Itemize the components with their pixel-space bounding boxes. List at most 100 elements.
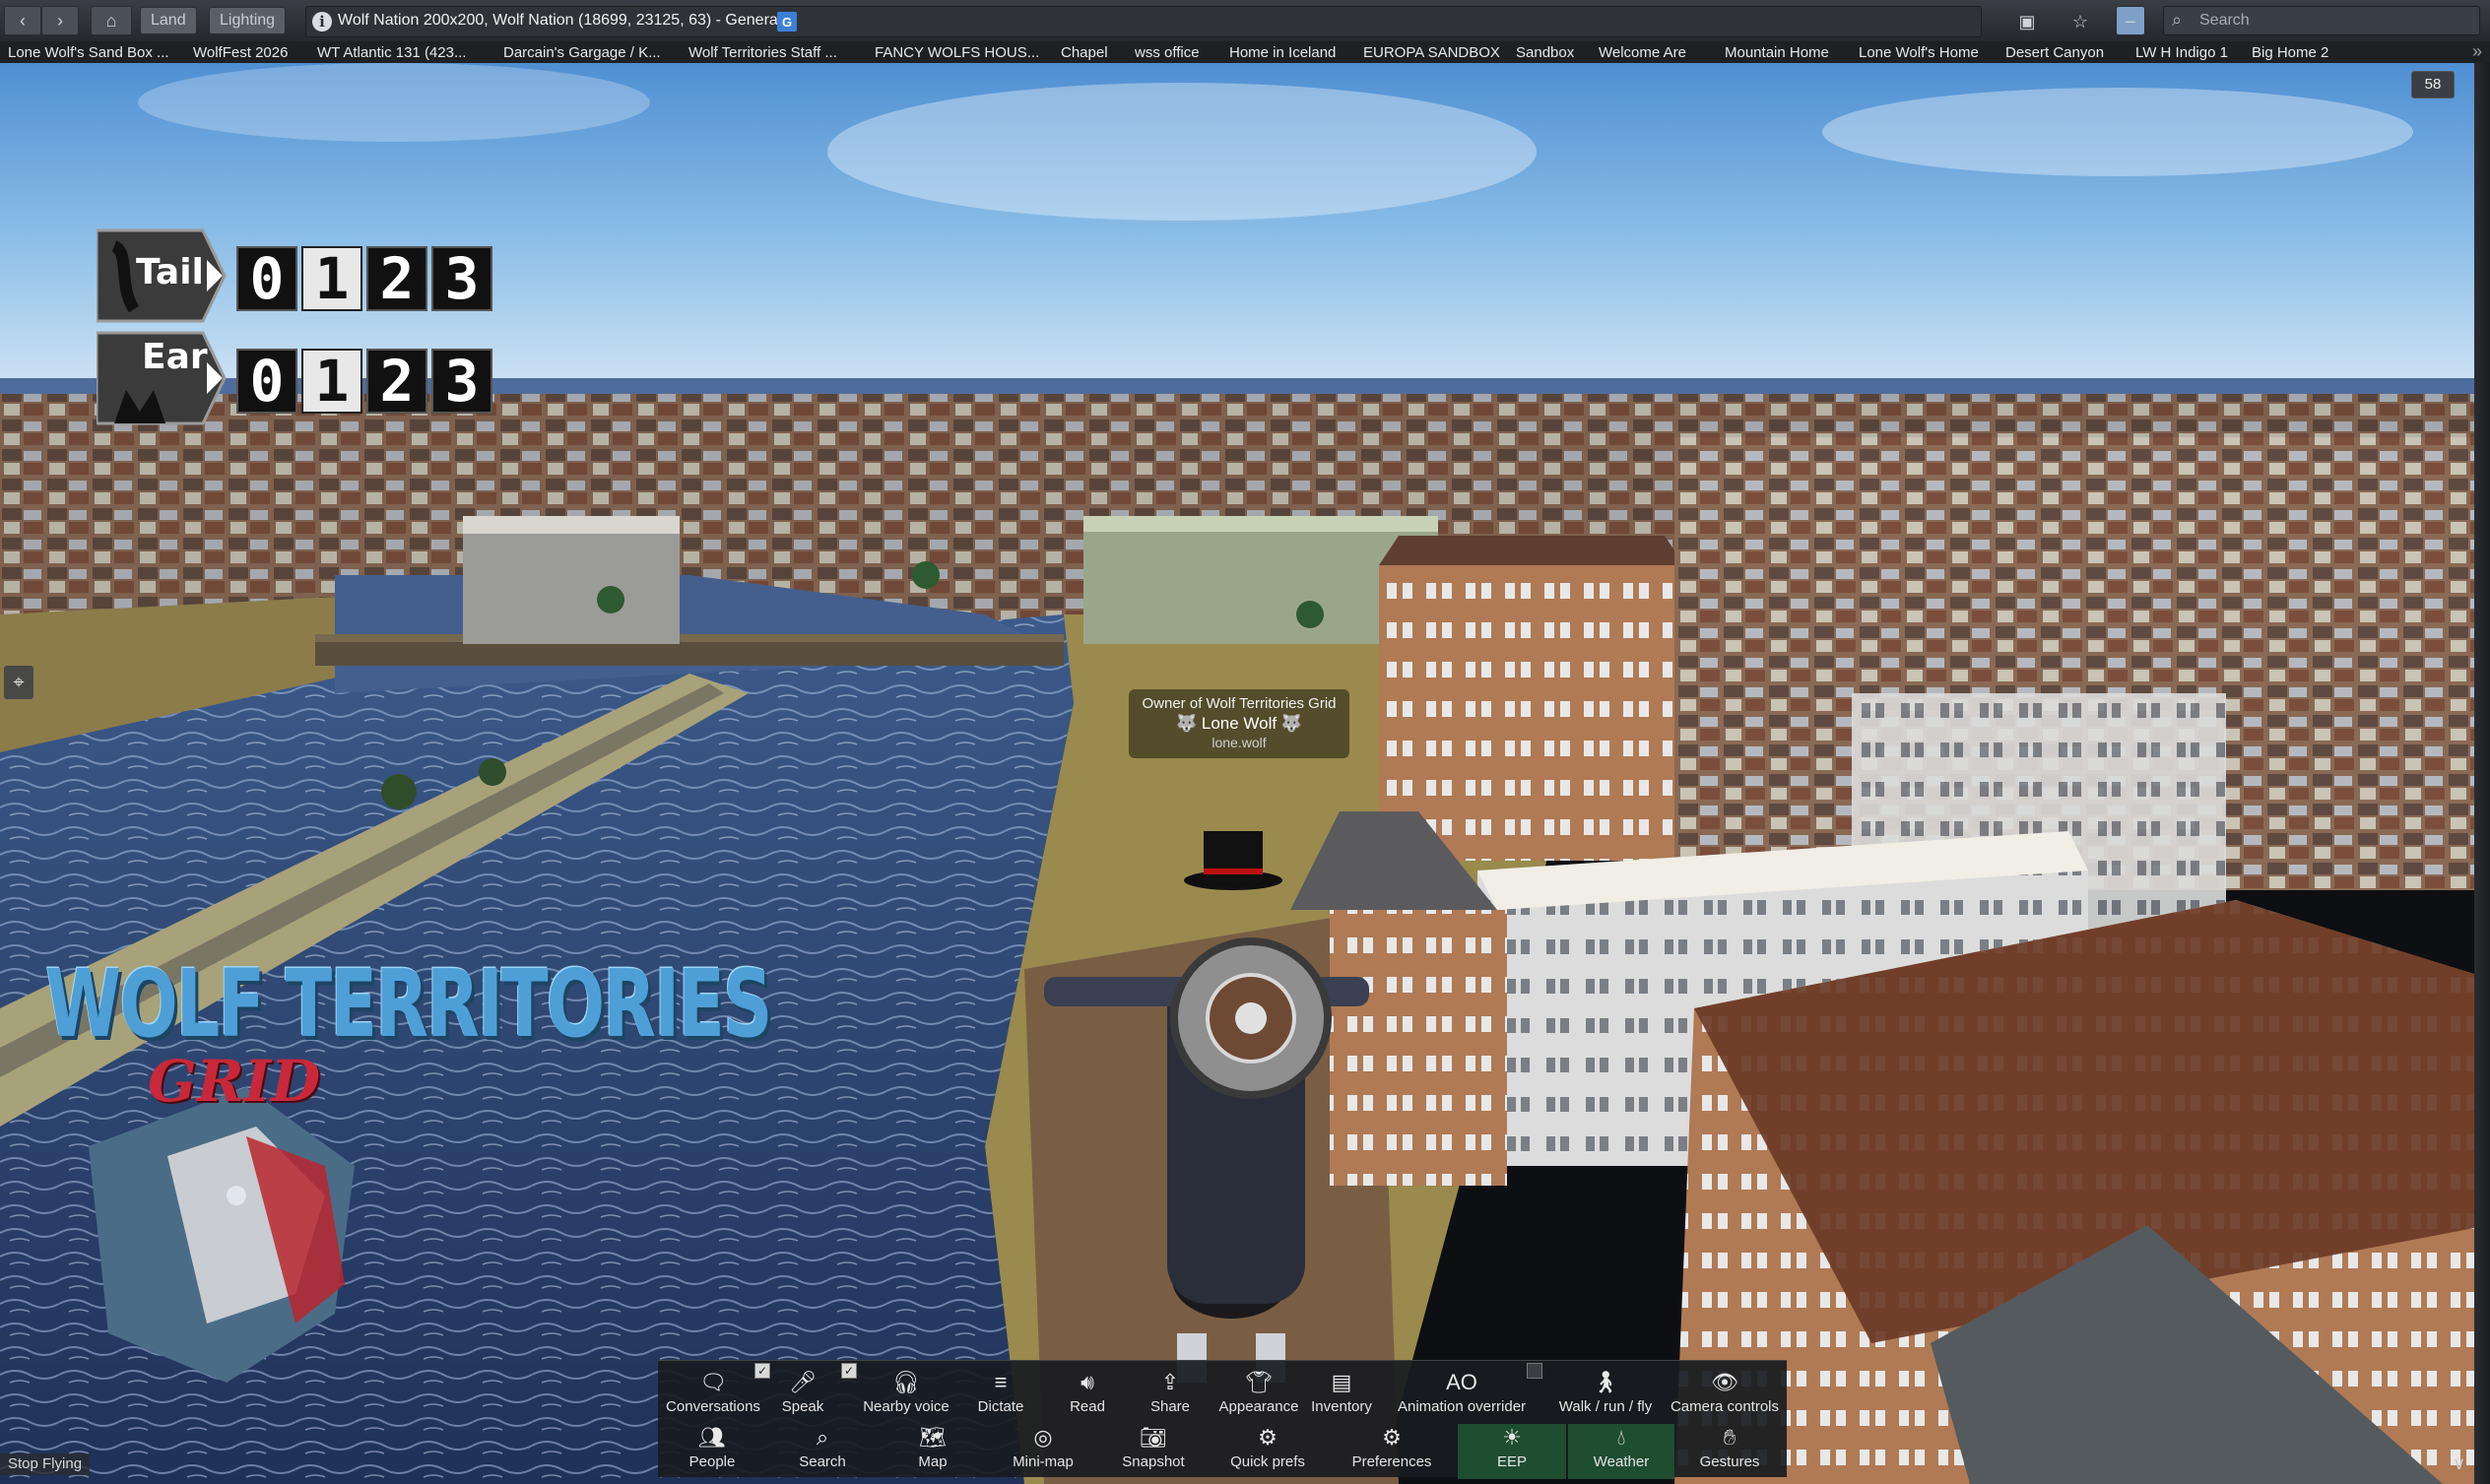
search-button[interactable]: ⌕ Search [768, 1424, 877, 1479]
preferences-button[interactable]: ⚙ Preferences [1330, 1424, 1454, 1479]
back-arrow-icon: ‹ [20, 10, 26, 31]
favorite-item[interactable]: Chapel [1061, 44, 1108, 61]
tail-digit: 2 [366, 246, 427, 311]
ear-label: Ear [142, 337, 208, 377]
droplet-icon: 💧︎ [1616, 1425, 1626, 1450]
ear-digit: 3 [431, 349, 492, 414]
forward-button[interactable]: › [41, 6, 79, 35]
map-pin-icon: ⌖ [13, 672, 25, 693]
wolf-territories-logo-text: WOLF TERRITORIES [45, 949, 772, 1059]
favorites-bar: Lone Wolf's Sand Box ... WolfFest 2026 W… [0, 41, 2490, 64]
viewer-top-bar: ‹ › ⌂ Land Lighting i Wolf Nation 200x20… [0, 0, 2490, 42]
location-pin-button[interactable]: ⌖ [4, 666, 33, 699]
favorite-item[interactable]: WT Atlantic 131 (423... [317, 44, 466, 61]
world-viewport[interactable]: 58 Tail 0 1 2 3 Ear 0 1 2 3 ⌖ Owner of W… [0, 63, 2490, 1484]
favorite-item[interactable]: Home in Iceland [1229, 44, 1336, 61]
maturity-badge: G [777, 12, 797, 32]
search-icon: ⌕ [2172, 10, 2183, 30]
share-button[interactable]: ⇪ Share [1119, 1369, 1221, 1424]
favorite-item[interactable]: Desert Canyon [2005, 44, 2104, 61]
avatar-group-title: Owner of Wolf Territories Grid [1142, 695, 1337, 712]
favorite-item[interactable]: FANCY WOLFS HOUS... [875, 44, 1039, 61]
eye-icon: 👁︎ [1711, 1370, 1738, 1394]
ao-toggle-checkbox[interactable]: ✓ [1527, 1363, 1542, 1379]
location-text: Wolf Nation 200x200, Wolf Nation (18699,… [338, 12, 782, 29]
tail-digit: 3 [431, 246, 492, 311]
ear-digit: 0 [236, 349, 297, 414]
favorite-star-icon[interactable]: ☆ [2069, 11, 2091, 32]
ao-icon: AO [1446, 1370, 1477, 1394]
tail-digit: 1 [301, 246, 362, 311]
favorite-item[interactable]: Darcain's Gargage / K... [503, 44, 661, 61]
favorite-item[interactable]: EUROPA SANDBOX [1363, 44, 1500, 61]
search-input[interactable]: ⌕ Search [2163, 6, 2480, 35]
tail-digit: 0 [236, 246, 297, 311]
ear-digit: 1 [301, 349, 362, 414]
favorite-item[interactable]: Mountain Home [1725, 44, 1829, 61]
gestures-button[interactable]: ✋︎ Gestures [1676, 1424, 1783, 1479]
inventory-box-icon: ▤ [1331, 1370, 1352, 1394]
home-button[interactable]: ⌂ [91, 6, 132, 35]
tail-digits: 0 1 2 3 [236, 246, 492, 311]
tail-label: Tail [136, 252, 204, 292]
favorite-item[interactable]: LW H Indigo 1 [2135, 44, 2228, 61]
avatar-display-name: 🐺 Lone Wolf 🐺 [1175, 714, 1302, 733]
conversations-button[interactable]: 🗨︎ Conversations [658, 1369, 768, 1424]
eep-button[interactable]: ☀ EEP [1458, 1424, 1566, 1479]
favorite-item[interactable]: Big Home 2 [2252, 44, 2328, 61]
favorite-item[interactable]: Wolf Territories Staff ... [688, 44, 837, 61]
inventory-button[interactable]: ▤ Inventory [1290, 1369, 1393, 1424]
hand-icon: ✋︎ [1723, 1425, 1736, 1450]
back-button[interactable]: ‹ [4, 6, 41, 35]
viewport-edge [2474, 63, 2490, 1484]
sun-icon: ☀ [1502, 1425, 1522, 1450]
people-icon: 👥︎ [698, 1425, 726, 1450]
speak-button[interactable]: 🎤︎ Speak [758, 1369, 847, 1424]
camera-icon: 📷︎ [1140, 1425, 1167, 1450]
people-button[interactable]: 👥︎ People [658, 1424, 766, 1479]
map-icon: 🗺︎ [919, 1425, 947, 1450]
favorite-item[interactable]: Lone Wolf's Home [1859, 44, 1979, 61]
nearby-voice-button[interactable]: 🎧︎ Nearby voice [851, 1369, 961, 1424]
minimize-bar-button[interactable]: – [2116, 6, 2145, 35]
walking-figure-icon: 🚶︎ [1592, 1370, 1619, 1394]
microphone-icon: 🎤︎ [789, 1370, 817, 1394]
ear-digits: 0 1 2 3 [236, 349, 492, 414]
wolf-territories-logo-grid: GRID [148, 1048, 321, 1115]
avatar-nametag: Owner of Wolf Territories Grid 🐺 Lone Wo… [1129, 689, 1349, 758]
bottom-toolbar: 🗨︎ Conversations ✓ 🎤︎ Speak ✓ 🎧︎ Nearby voi… [658, 1360, 1787, 1479]
favorite-item[interactable]: Sandbox [1516, 44, 1574, 61]
land-chip[interactable]: Land [140, 7, 197, 34]
search-placeholder: Search [2199, 12, 2250, 29]
fps-counter: 58 [2411, 71, 2455, 98]
gears-icon: ⚙ [1382, 1425, 1402, 1450]
avatar-username: lone.wolf [1212, 735, 1267, 750]
location-bar[interactable]: i Wolf Nation 200x200, Wolf Nation (1869… [305, 6, 2088, 37]
chat-bubble-icon: 🗨︎ [699, 1370, 727, 1394]
mini-map-button[interactable]: ◎ Mini-map [989, 1424, 1097, 1479]
home-icon: ⌂ [105, 10, 117, 31]
favorites-overflow-chevron-icon[interactable]: » [2472, 41, 2482, 62]
chevron-down-icon[interactable]: ∨ [2453, 1453, 2465, 1474]
walk-run-fly-button[interactable]: 🚶︎ Walk / run / fly [1544, 1369, 1667, 1424]
magnifier-icon: ⌕ [816, 1425, 829, 1450]
forward-arrow-icon: › [57, 10, 63, 31]
snapshot-button[interactable]: 📷︎ Snapshot [1099, 1424, 1208, 1479]
animation-overrider-button[interactable]: AO Animation overrider [1387, 1369, 1537, 1424]
camera-controls-button[interactable]: 👁︎ Camera controls [1663, 1369, 1787, 1424]
radar-icon: ◎ [1033, 1425, 1053, 1450]
weather-button[interactable]: 💧︎ Weather [1568, 1424, 1674, 1479]
favorite-item[interactable]: Lone Wolf's Sand Box ... [8, 44, 169, 61]
favorite-item[interactable]: wss office [1135, 44, 1200, 61]
stop-flying-button[interactable]: Stop Flying [0, 1453, 91, 1475]
quick-prefs-button[interactable]: ⚙ Quick prefs [1210, 1424, 1326, 1479]
info-icon[interactable]: i [312, 12, 332, 32]
favorite-item[interactable]: WolfFest 2026 [193, 44, 288, 61]
lighting-chip[interactable]: Lighting [209, 7, 287, 34]
quick-prefs-icon: ⚙ [1258, 1425, 1278, 1450]
map-button[interactable]: 🗺︎ Map [879, 1424, 987, 1479]
favorite-item[interactable]: Welcome Are [1599, 44, 1686, 61]
parcel-status-icon[interactable]: ▣ [2016, 11, 2038, 32]
share-icon: ⇪ [1160, 1370, 1180, 1394]
dash-icon: – [2125, 10, 2135, 31]
